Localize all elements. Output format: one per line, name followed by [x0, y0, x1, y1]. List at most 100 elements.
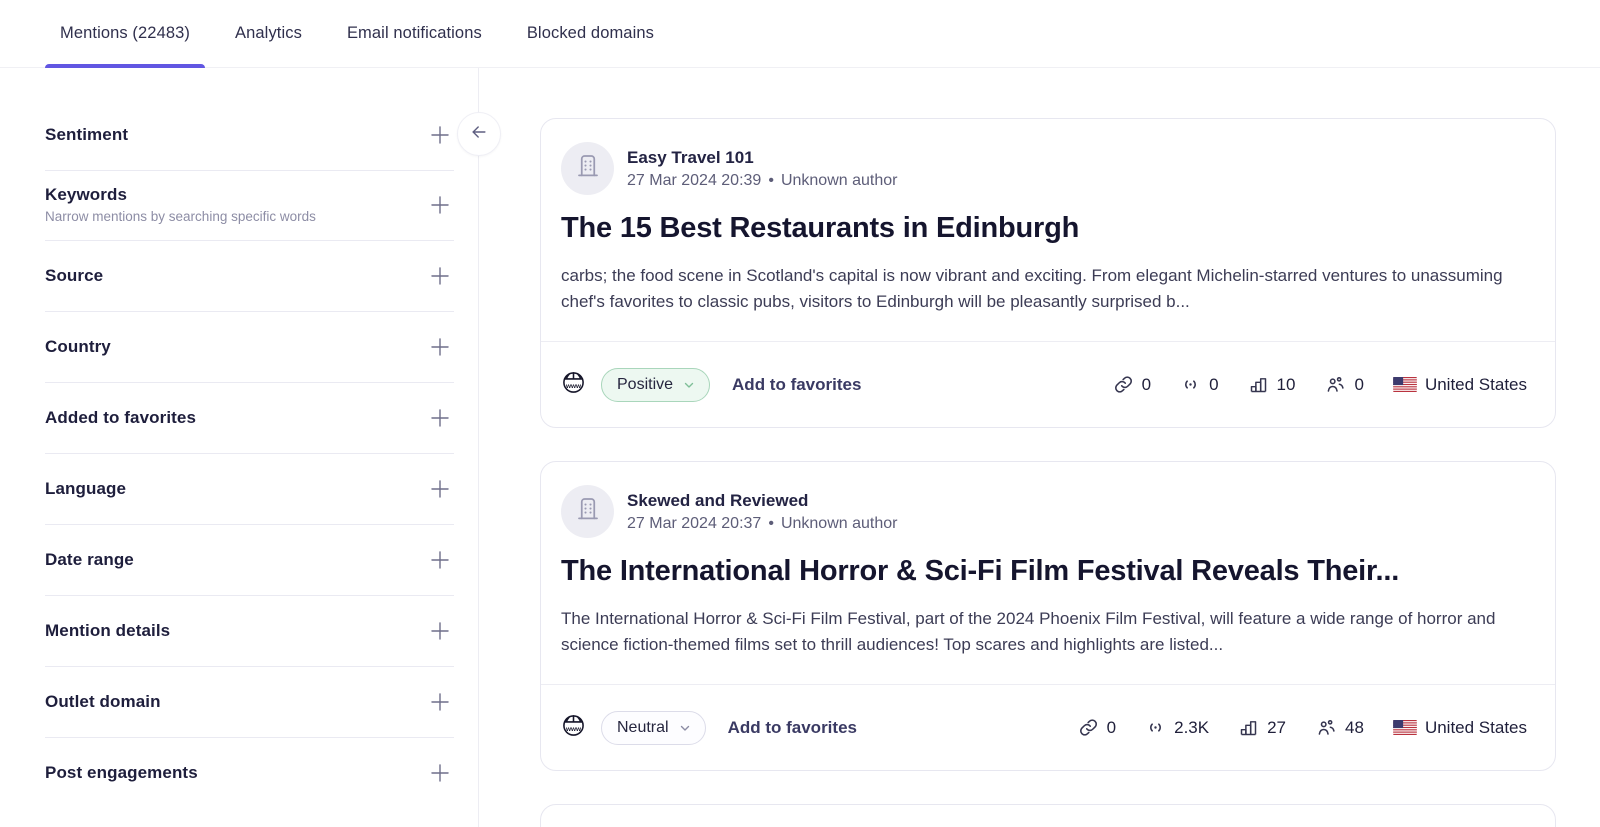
filter-label: Source	[45, 266, 103, 286]
collapse-sidebar-button[interactable]	[457, 112, 501, 156]
filter-text: Source	[45, 266, 103, 286]
sentiment-dropdown[interactable]: Neutral	[601, 711, 706, 745]
filter-label: Sentiment	[45, 125, 128, 145]
source-info: Skewed and Reviewed27 Mar 2024 20:37•Unk…	[627, 491, 897, 533]
source-info: Easy Travel 10127 Mar 2024 20:39•Unknown…	[627, 148, 897, 190]
web-globe-icon: www	[561, 370, 586, 400]
signal-icon	[1180, 374, 1201, 395]
mention-card-footer: www Positive Add to favorites 0 0 10 0 United S…	[541, 341, 1555, 427]
tab-blocked-domains[interactable]: Blocked domains	[525, 0, 656, 67]
plus-icon[interactable]	[428, 193, 452, 217]
tab-email-notifications[interactable]: Email notifications	[345, 0, 484, 67]
mention-title[interactable]: The International Horror & Sci-Fi Film F…	[561, 555, 1527, 588]
filter-item-date-range[interactable]: Date range	[45, 525, 454, 596]
link-icon	[1078, 717, 1099, 738]
mention-card-partial	[540, 804, 1556, 827]
sentiment-label: Positive	[617, 376, 673, 394]
metric-value: 0	[1354, 375, 1363, 395]
mention-card: Easy Travel 10127 Mar 2024 20:39•Unknown…	[540, 118, 1556, 428]
filter-label: Outlet domain	[45, 692, 161, 712]
metric-followers: 0	[1324, 374, 1363, 396]
mention-card-header: Skewed and Reviewed27 Mar 2024 20:37•Unk…	[561, 485, 1527, 538]
filter-item-added-to-favorites[interactable]: Added to favorites	[45, 383, 454, 454]
metric-value: 10	[1277, 375, 1296, 395]
us-flag-icon	[1393, 720, 1417, 735]
metric-followers: 48	[1315, 717, 1364, 739]
metric-links: 0	[1078, 717, 1116, 738]
tab-mentions[interactable]: Mentions (22483)	[58, 0, 192, 67]
mention-country: United States	[1393, 718, 1527, 738]
metric-links: 0	[1113, 374, 1151, 395]
metric-influence-score: 27	[1238, 717, 1286, 738]
plus-icon[interactable]	[428, 123, 452, 147]
filter-item-outlet-domain[interactable]: Outlet domain	[45, 667, 454, 738]
chevron-down-icon	[682, 378, 696, 392]
svg-text:www: www	[565, 726, 582, 733]
link-icon	[1113, 374, 1134, 395]
metric-reach: 2.3K	[1145, 717, 1209, 738]
filter-label: Mention details	[45, 621, 170, 641]
mention-excerpt: carbs; the food scene in Scotland's capi…	[561, 263, 1526, 315]
plus-icon[interactable]	[428, 406, 452, 430]
add-to-favorites-button[interactable]: Add to favorites	[728, 718, 857, 738]
source-avatar	[561, 485, 614, 538]
plus-icon[interactable]	[428, 335, 452, 359]
source-avatar	[561, 142, 614, 195]
filter-item-source[interactable]: Source	[45, 241, 454, 312]
people-icon	[1315, 717, 1337, 739]
plus-icon[interactable]	[428, 477, 452, 501]
plus-icon[interactable]	[428, 264, 452, 288]
metric-reach: 0	[1180, 374, 1218, 395]
filter-item-language[interactable]: Language	[45, 454, 454, 525]
mention-title[interactable]: The 15 Best Restaurants in Edinburgh	[561, 212, 1527, 245]
signal-icon	[1145, 717, 1166, 738]
filter-label: Keywords	[45, 185, 316, 205]
footer-metrics: 0 2.3K 27 48 United States	[1078, 717, 1527, 739]
plus-icon[interactable]	[428, 548, 452, 572]
metric-influence-score: 10	[1248, 374, 1296, 395]
filter-description: Narrow mentions by searching specific wo…	[45, 209, 316, 224]
footer-metrics: 0 0 10 0 United States	[1113, 374, 1527, 396]
tab-analytics[interactable]: Analytics	[233, 0, 304, 67]
mention-card-main: Skewed and Reviewed27 Mar 2024 20:37•Unk…	[541, 462, 1555, 684]
metric-value: 48	[1345, 718, 1364, 738]
metric-value: 0	[1142, 375, 1151, 395]
filter-label: Date range	[45, 550, 134, 570]
plus-icon[interactable]	[428, 761, 452, 785]
metric-value: 2.3K	[1174, 718, 1209, 738]
filters-sidebar: Sentiment Keywords Narrow mentions by sear…	[0, 68, 479, 827]
plus-icon[interactable]	[428, 619, 452, 643]
mention-card-main: Easy Travel 10127 Mar 2024 20:39•Unknown…	[541, 119, 1555, 341]
filter-item-mention-details[interactable]: Mention details	[45, 596, 454, 667]
web-globe-icon: www	[561, 713, 586, 743]
country-name: United States	[1425, 375, 1527, 395]
filter-item-keywords[interactable]: Keywords Narrow mentions by searching spe…	[45, 171, 454, 241]
filter-text: Mention details	[45, 621, 170, 641]
building-icon	[573, 151, 603, 186]
filter-text: Post engagements	[45, 763, 198, 783]
bar-chart-icon	[1248, 374, 1269, 395]
tab-bar: Mentions (22483) Analytics Email notific…	[0, 0, 1600, 68]
plus-icon[interactable]	[428, 690, 452, 714]
source-name: Easy Travel 101	[627, 148, 897, 168]
arrow-left-icon	[469, 122, 489, 147]
mention-author: Unknown author	[781, 515, 898, 533]
filter-item-post-engagements[interactable]: Post engagements	[45, 738, 454, 808]
filter-item-sentiment[interactable]: Sentiment	[45, 100, 454, 171]
bar-chart-icon	[1238, 717, 1259, 738]
mention-card-header: Easy Travel 10127 Mar 2024 20:39•Unknown…	[561, 142, 1527, 195]
meta-separator: •	[768, 172, 774, 190]
filter-text: Outlet domain	[45, 692, 161, 712]
mention-country: United States	[1393, 375, 1527, 395]
filter-item-country[interactable]: Country	[45, 312, 454, 383]
footer-left: www Neutral Add to favorites	[561, 711, 857, 745]
country-name: United States	[1425, 718, 1527, 738]
filter-text: Language	[45, 479, 126, 499]
sentiment-dropdown[interactable]: Positive	[601, 368, 710, 402]
mentions-feed: Easy Travel 10127 Mar 2024 20:39•Unknown…	[479, 68, 1600, 827]
add-to-favorites-button[interactable]: Add to favorites	[732, 375, 861, 395]
chevron-down-icon	[678, 721, 692, 735]
filter-text: Country	[45, 337, 111, 357]
footer-left: www Positive Add to favorites	[561, 368, 861, 402]
us-flag-icon	[1393, 377, 1417, 392]
